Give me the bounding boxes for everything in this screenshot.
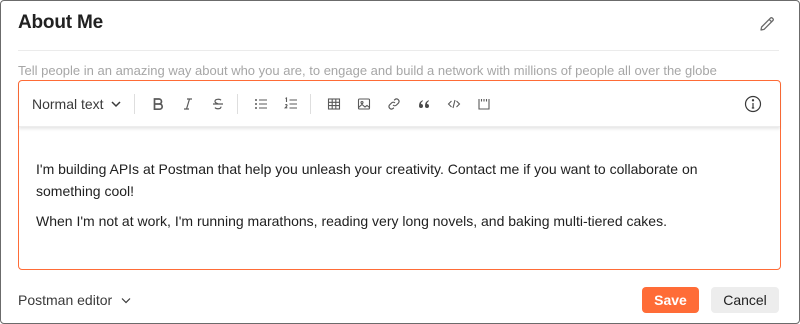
toolbar-divider bbox=[309, 93, 311, 114]
about-me-hint: Tell people in an amazing way about who … bbox=[18, 63, 717, 78]
numbered-list-icon[interactable] bbox=[276, 90, 306, 118]
toolbar-divider bbox=[133, 93, 135, 114]
editor-mode-label: Postman editor bbox=[18, 292, 113, 308]
code-block-icon[interactable] bbox=[469, 90, 499, 118]
code-icon[interactable] bbox=[439, 90, 469, 118]
chevron-down-icon bbox=[121, 298, 131, 304]
content-paragraph-2: When I'm not at work, I'm running marath… bbox=[36, 213, 667, 229]
chevron-down-icon bbox=[111, 100, 121, 107]
link-icon[interactable] bbox=[379, 90, 409, 118]
quote-icon[interactable] bbox=[409, 90, 439, 118]
save-button[interactable]: Save bbox=[642, 287, 699, 313]
page-title: About Me bbox=[18, 11, 103, 33]
editor-toolbar: Normal text bbox=[19, 81, 780, 127]
content-paragraph-1: I'm building APIs at Postman that help y… bbox=[36, 161, 698, 199]
bold-icon[interactable] bbox=[143, 90, 173, 118]
text-style-label: Normal text bbox=[32, 95, 104, 112]
table-icon[interactable] bbox=[319, 90, 349, 118]
editor-content[interactable]: I'm building APIs at Postman that help y… bbox=[19, 127, 780, 232]
text-style-dropdown[interactable]: Normal text bbox=[32, 96, 130, 112]
info-icon[interactable] bbox=[738, 90, 768, 118]
editor-mode-dropdown[interactable]: Postman editor bbox=[18, 292, 132, 308]
pencil-icon[interactable] bbox=[755, 12, 779, 36]
bullet-list-icon[interactable] bbox=[246, 90, 276, 118]
card-footer: Postman editor Save Cancel bbox=[18, 286, 779, 314]
cancel-button[interactable]: Cancel bbox=[711, 287, 779, 313]
strikethrough-icon[interactable] bbox=[203, 90, 233, 118]
rich-text-editor[interactable]: Normal text I'm building APIs at Postman… bbox=[18, 80, 781, 270]
image-icon[interactable] bbox=[349, 90, 379, 118]
toolbar-divider bbox=[236, 93, 238, 114]
italic-icon[interactable] bbox=[173, 90, 203, 118]
card-header: About Me bbox=[18, 1, 779, 51]
about-me-card: About Me Tell people in an amazing way a… bbox=[0, 0, 800, 324]
